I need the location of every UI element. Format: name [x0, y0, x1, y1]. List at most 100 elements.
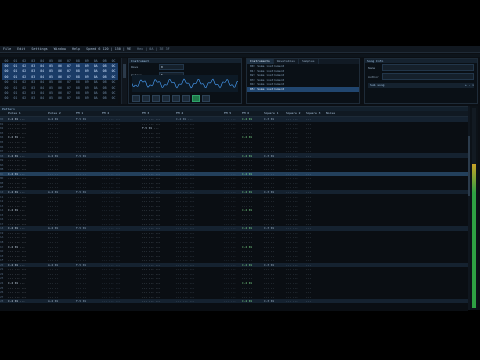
pattern-cell[interactable]: ... ... ... [176, 185, 224, 189]
pattern-cell[interactable]: ... [306, 199, 311, 203]
pattern-cell[interactable]: ... .. [76, 276, 102, 280]
pattern-cell[interactable]: ... ... ... [176, 135, 224, 139]
pattern-cell[interactable]: 1A [0, 235, 8, 239]
pattern-cell[interactable]: ... .. [242, 235, 264, 239]
pattern-cell[interactable]: ... ... ... [8, 254, 48, 258]
pattern-cell[interactable]: ... .. [48, 276, 76, 280]
pattern-cell[interactable]: ... ... ... [8, 195, 48, 199]
pattern-cell[interactable]: 00 [0, 117, 8, 121]
pattern-cell[interactable]: ... ... [286, 290, 306, 294]
pattern-cell[interactable]: ... .. [76, 258, 102, 262]
pattern-cell[interactable]: ... .. [48, 208, 76, 212]
pattern-cell[interactable]: ... .. [76, 140, 102, 144]
pattern-cell[interactable]: C-4 01 [242, 281, 264, 285]
pattern-cell[interactable]: ... ... ... [8, 272, 48, 276]
channel-header[interactable]: FM 5 [224, 111, 242, 116]
pattern-cell[interactable]: ... .. [76, 126, 102, 130]
order-cell[interactable]: 01 [11, 64, 20, 68]
pattern-cell[interactable]: ... ... ... [176, 267, 224, 271]
order-cell[interactable]: 09 [82, 75, 91, 79]
order-cell[interactable]: 09 [82, 64, 91, 68]
pattern-cell[interactable]: ... ... ... [142, 135, 176, 139]
pattern-cell[interactable]: ... .. [48, 145, 76, 149]
pattern-editor[interactable]: Pattern Pulse 1 Pulse 2 FM 1 FM 2 FM 3 FM 4 FM… [0, 106, 468, 311]
pattern-cell[interactable]: ... ... ... [176, 217, 224, 221]
pattern-cell[interactable]: ... ... ... [142, 158, 176, 162]
pattern-cell[interactable]: ... ... ... [102, 163, 142, 167]
pattern-cell[interactable]: 15 [0, 213, 8, 217]
pattern-cell[interactable]: ... ... ... [176, 213, 224, 217]
pattern-cell[interactable]: ... .. [76, 245, 102, 249]
order-cell[interactable]: 05 [47, 75, 56, 79]
pattern-cell[interactable]: ... ... ... [102, 195, 142, 199]
order-cell[interactable]: 03 [29, 96, 38, 100]
pattern-cell[interactable]: 02 [0, 126, 8, 130]
pattern-cell[interactable]: ... ... ... [102, 199, 142, 203]
pattern-cell[interactable]: ... .. [48, 122, 76, 126]
order-cell[interactable]: 03 [29, 80, 38, 84]
pattern-cell[interactable]: ... ... ... [102, 276, 142, 280]
order-cell[interactable]: 07 [64, 59, 73, 63]
pattern-cell[interactable]: ... ... ... [102, 135, 142, 139]
pattern-cell[interactable]: ... .. [48, 135, 76, 139]
pattern-cell[interactable]: ... ... ... [102, 185, 142, 189]
pattern-cell[interactable]: ... ... ... [142, 267, 176, 271]
pattern-cell[interactable]: ... .. [264, 231, 286, 235]
pattern-cell[interactable]: ... ... ... [142, 122, 176, 126]
pattern-cell[interactable]: C-4 01 [242, 245, 264, 249]
order-cell[interactable]: 07 [64, 64, 73, 68]
pattern-cell[interactable]: ... ... ... [176, 145, 224, 149]
order-cell[interactable]: 0C [109, 64, 118, 68]
pattern-cell[interactable]: ... .. [76, 199, 102, 203]
pattern-cell[interactable]: F-5 01 [76, 190, 102, 194]
pattern-cell[interactable]: ... .. [242, 222, 264, 226]
order-cell[interactable]: 0C [109, 59, 118, 63]
pattern-cell[interactable]: ... ... ... [176, 176, 224, 180]
pattern-cell[interactable]: ... ... ... [8, 213, 48, 217]
order-cell[interactable]: 02 [20, 91, 29, 95]
pattern-cell[interactable]: ... ... ... [176, 276, 224, 280]
pattern-cell[interactable]: ... .. [76, 145, 102, 149]
pattern-cell[interactable]: ... .. [48, 126, 76, 130]
pattern-cell[interactable]: ... ... [286, 195, 306, 199]
order-cell[interactable]: 00 [2, 86, 11, 90]
pattern-cell[interactable]: ... ... ... [102, 240, 142, 244]
pattern-cell[interactable]: ... .. [264, 135, 286, 139]
pattern-cell[interactable]: ... ... [286, 167, 306, 171]
pattern-cell[interactable]: ... ... ... [142, 131, 176, 135]
pattern-cell[interactable]: C-4 01 ... [8, 154, 48, 158]
pattern-cell[interactable]: C-3 01 [264, 117, 286, 121]
pattern-cell[interactable]: ... ... [286, 272, 306, 276]
pattern-cell[interactable]: ... ... ... [176, 272, 224, 276]
pattern-cell[interactable]: C-4 01 ... [8, 299, 48, 303]
pattern-cell[interactable]: ... ... ... [8, 235, 48, 239]
pattern-cell[interactable]: ... ... ... [176, 245, 224, 249]
order-cell[interactable]: 02 [20, 69, 29, 73]
pattern-cell[interactable]: ... ... ... [176, 122, 224, 126]
pattern-cell[interactable]: ... ... ... [102, 267, 142, 271]
pattern-cell[interactable]: ... .. [264, 286, 286, 290]
order-cell[interactable]: 09 [82, 59, 91, 63]
pattern-cell[interactable]: ... .. [242, 163, 264, 167]
pattern-cell[interactable]: ... ... ... [142, 240, 176, 244]
pattern-cell[interactable]: ... ... ... [176, 254, 224, 258]
pattern-cell[interactable]: ... ... ... [8, 290, 48, 294]
pattern-cell[interactable]: ... ... [224, 199, 242, 203]
pattern-cell[interactable]: ... ... [224, 149, 242, 153]
pattern-cell[interactable]: ... .. [264, 254, 286, 258]
order-cell[interactable]: 0C [109, 75, 118, 79]
pattern-cell[interactable]: ... ... ... [142, 290, 176, 294]
order-cell[interactable]: 02 [20, 86, 29, 90]
pattern-cell[interactable]: ... ... [224, 235, 242, 239]
channel-header[interactable]: Pulse 1 [8, 111, 48, 116]
pattern-cell[interactable]: ... [306, 286, 311, 290]
pattern-cell[interactable]: ... ... [286, 204, 306, 208]
pattern-cell[interactable]: ... .. [264, 176, 286, 180]
pattern-cell[interactable]: ... .. [264, 245, 286, 249]
pattern-cell[interactable]: F-5 01 [76, 117, 102, 121]
pattern-cell[interactable]: ... .. [48, 235, 76, 239]
pattern-cell[interactable]: ... .. [264, 249, 286, 253]
pattern-cell[interactable]: 23 [0, 276, 8, 280]
pattern-cell[interactable]: ... ... ... [102, 172, 142, 176]
pattern-cell[interactable]: ... .. [242, 204, 264, 208]
